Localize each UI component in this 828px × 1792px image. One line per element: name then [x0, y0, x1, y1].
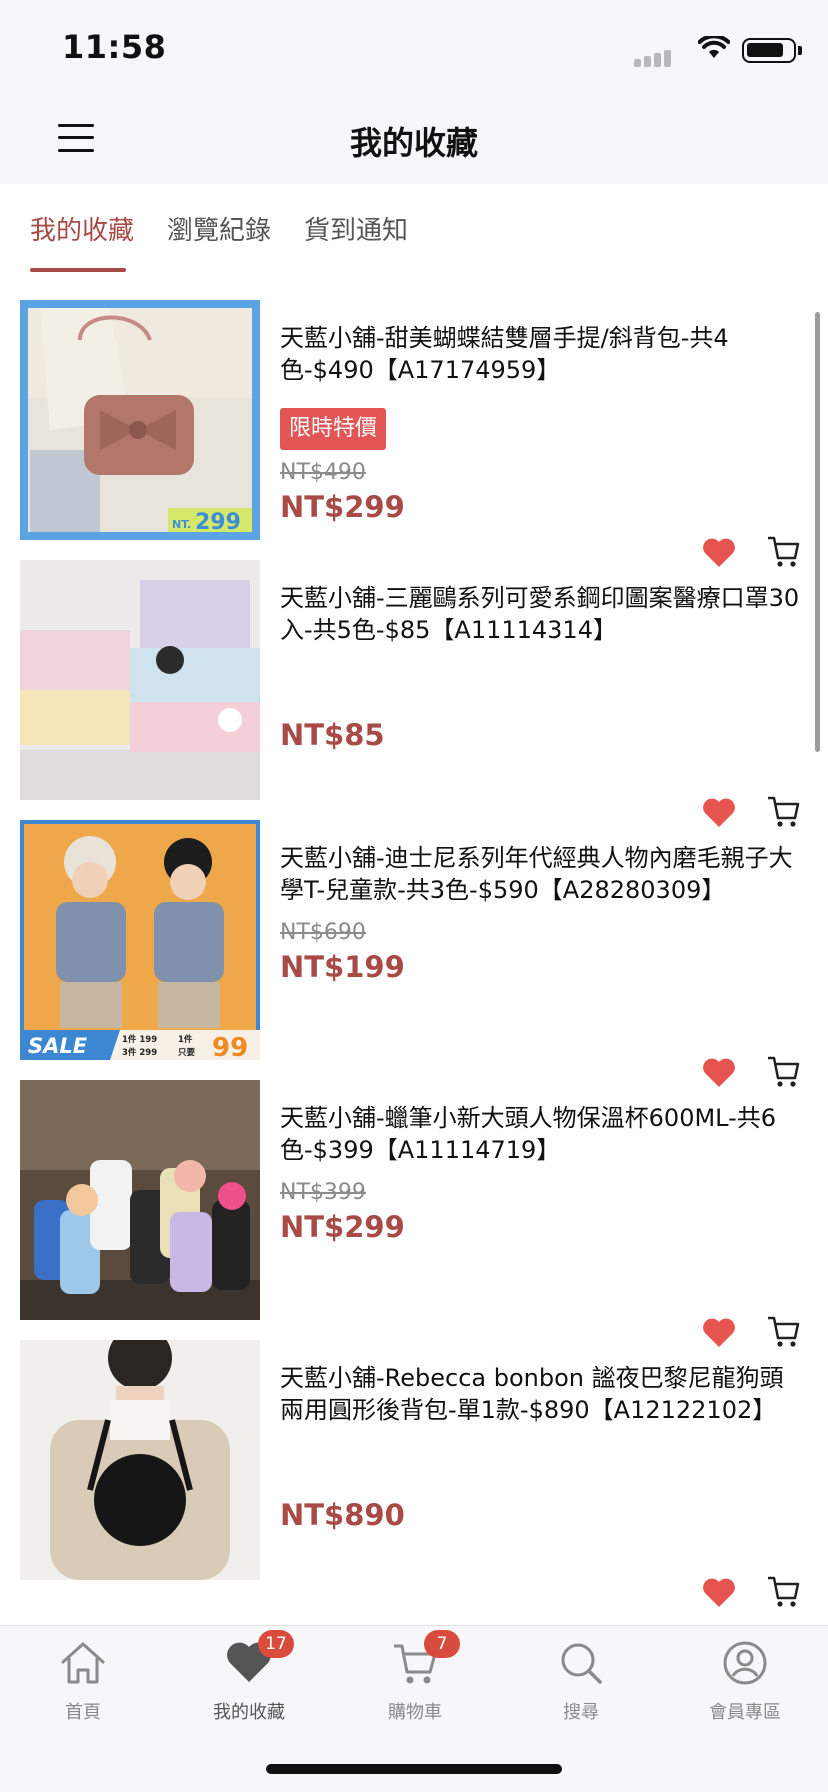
status-time: 11:58	[62, 28, 167, 66]
tab-history[interactable]: 瀏覽紀錄	[167, 210, 271, 247]
add-to-cart-icon[interactable]	[766, 1574, 800, 1608]
original-price: NT$490	[280, 460, 366, 485]
tabbar-cart-label: 購物車	[388, 1702, 442, 1723]
sale-price: NT$890	[280, 1498, 405, 1532]
product-title[interactable]: 天藍小舖-蠟筆小新大頭人物保溫杯600ML-共6色-$399【A11114719…	[280, 1102, 800, 1166]
tab-strip: 我的收藏 瀏覽紀錄 貨到通知	[0, 184, 828, 272]
home-icon	[61, 1642, 105, 1684]
product-title[interactable]: 天藍小舖-迪士尼系列年代經典人物內磨毛親子大學T-兒童款-共3色-$590【A2…	[280, 842, 800, 906]
user-icon	[723, 1641, 767, 1685]
search-icon	[561, 1643, 602, 1684]
tabbar-search[interactable]: 搜尋	[498, 1626, 664, 1736]
favorite-heart-icon[interactable]	[702, 1578, 736, 1608]
thumb-price-prefix: NT.	[172, 518, 191, 531]
product-image[interactable]: NT. 299	[20, 300, 260, 540]
product-item[interactable]: SALE 1件 199 3件 299 1件 只要 99 天藍小舖-迪士尼系列年代…	[0, 792, 828, 1087]
thumb-offer-line-1: 1件 199	[122, 1034, 157, 1045]
tabbar-search-label: 搜尋	[563, 1702, 599, 1723]
tabbar-member-label: 會員專區	[709, 1702, 781, 1723]
tabbar-home[interactable]: 首頁	[0, 1626, 166, 1736]
favorites-list[interactable]: NT. 299 天藍小舖-甜美蝴蝶結雙層手提/斜背包-共4色-$490【A171…	[0, 272, 828, 1625]
product-image[interactable]	[20, 1340, 260, 1580]
tab-restock-notice[interactable]: 貨到通知	[304, 210, 408, 247]
product-image[interactable]: SALE 1件 199 3件 299 1件 只要 99	[20, 820, 260, 1060]
product-item[interactable]: 天藍小舖-三麗鷗系列可愛系鋼印圖案醫療口罩30入-共5色-$85【A111143…	[0, 532, 828, 827]
sale-price: NT$299	[280, 1210, 405, 1244]
product-image[interactable]	[20, 1080, 260, 1320]
status-bar: 11:58	[0, 0, 828, 96]
tabbar-cart[interactable]: 7 購物車	[332, 1626, 498, 1736]
sale-price: NT$85	[280, 718, 385, 752]
battery-icon	[742, 38, 802, 63]
wifi-icon	[698, 36, 730, 58]
favorites-count-badge: 17	[258, 1630, 294, 1658]
product-item[interactable]: 天藍小舖-Rebecca bonbon 謐夜巴黎尼龍狗頭兩用圓形後背包-單1款-…	[0, 1312, 828, 1607]
product-item[interactable]: NT. 299 天藍小舖-甜美蝴蝶結雙層手提/斜背包-共4色-$490【A171…	[0, 272, 828, 567]
tabbar-favorites[interactable]: 17 我的收藏	[166, 1626, 332, 1736]
product-title[interactable]: 天藍小舖-甜美蝴蝶結雙層手提/斜背包-共4色-$490【A17174959】	[280, 322, 800, 386]
sale-price: NT$199	[280, 950, 405, 984]
product-item[interactable]: 天藍小舖-蠟筆小新大頭人物保溫杯600ML-共6色-$399【A11114719…	[0, 1052, 828, 1347]
tab-favorites[interactable]: 我的收藏	[30, 210, 134, 247]
cart-count-badge: 7	[424, 1630, 460, 1658]
tabbar-home-label: 首頁	[65, 1702, 101, 1723]
navigation-bar: 我的收藏	[0, 96, 828, 184]
tabbar-member[interactable]: 會員專區	[662, 1626, 828, 1736]
tabbar-favorites-label: 我的收藏	[213, 1702, 285, 1723]
scrollbar[interactable]	[815, 312, 820, 752]
cellular-signal-icon	[634, 48, 674, 67]
product-title[interactable]: 天藍小舖-Rebecca bonbon 謐夜巴黎尼龍狗頭兩用圓形後背包-單1款-…	[280, 1362, 800, 1426]
product-image[interactable]	[20, 560, 260, 800]
original-price: NT$690	[280, 920, 366, 945]
thumb-offer-unit: 1件	[178, 1034, 193, 1045]
original-price: NT$399	[280, 1180, 366, 1205]
page-title: 我的收藏	[349, 124, 478, 162]
product-title[interactable]: 天藍小舖-三麗鷗系列可愛系鋼印圖案醫療口罩30入-共5色-$85【A111143…	[280, 582, 800, 646]
sale-badge: 限時特價	[280, 408, 387, 450]
sale-price: NT$299	[280, 490, 405, 524]
home-indicator	[266, 1764, 562, 1774]
